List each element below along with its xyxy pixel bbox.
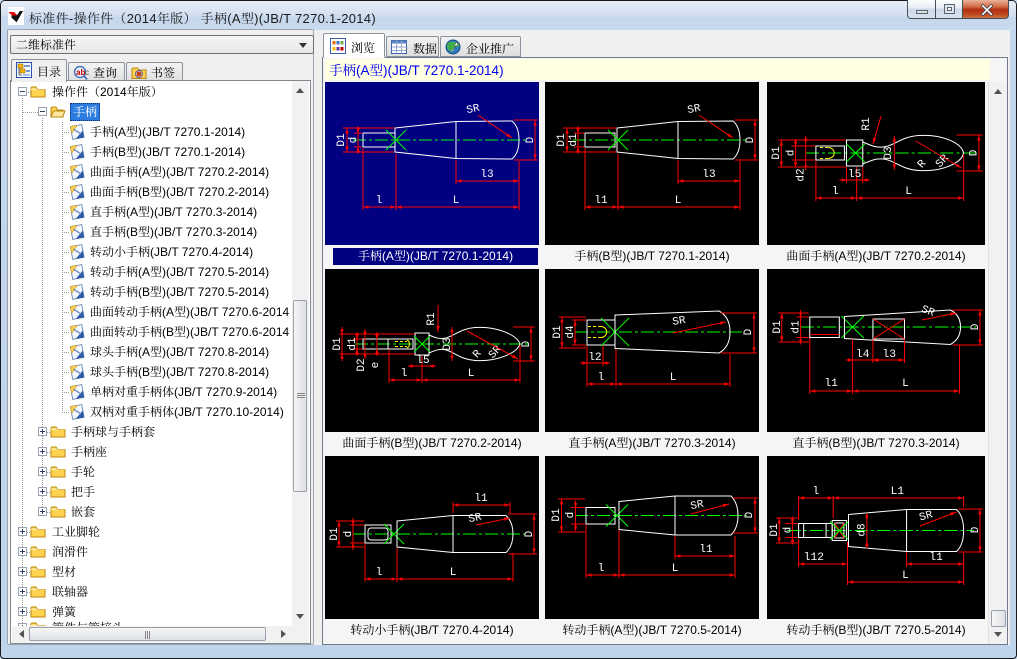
svg-text:D1: D1 (336, 133, 348, 147)
svg-text:SR: SR (465, 103, 481, 118)
svg-text:R: R (471, 348, 485, 361)
svg-text:D1: D1 (552, 325, 564, 339)
svg-text:l3: l3 (702, 169, 715, 181)
svg-text:c: c (85, 68, 89, 77)
svg-text:D1: D1 (556, 133, 568, 147)
svg-text:d2: d2 (796, 168, 808, 181)
svg-text:D: D (525, 136, 537, 143)
svg-text:l12: l12 (804, 552, 824, 564)
svg-text:l3: l3 (480, 169, 493, 181)
svg-text:l: l (401, 368, 408, 380)
svg-text:d: d (343, 531, 355, 538)
svg-text:l: l (813, 486, 820, 498)
svg-text:D1: D1 (329, 527, 341, 541)
svg-text:D: D (524, 530, 536, 537)
svg-text:D1: D1 (771, 146, 783, 160)
svg-text:D1: D1 (332, 337, 344, 351)
svg-text:SR: SR (686, 103, 702, 118)
svg-text:L: L (450, 567, 457, 579)
svg-text:SR: SR (918, 509, 935, 524)
svg-text:L: L (468, 368, 475, 380)
svg-text:D: D (743, 328, 755, 335)
svg-text:L1: L1 (891, 486, 905, 498)
svg-text:D: D (969, 149, 981, 156)
svg-text:l5: l5 (416, 355, 429, 367)
svg-text:D: D (970, 526, 982, 533)
svg-text:D3: D3 (883, 146, 895, 159)
svg-text:l2: l2 (588, 352, 601, 364)
svg-text:l: l (598, 372, 605, 384)
svg-text:R1: R1 (861, 117, 873, 131)
svg-text:SR: SR (487, 343, 505, 361)
svg-text:d: d (565, 512, 577, 519)
svg-text:R1: R1 (426, 312, 438, 326)
svg-text:l5: l5 (848, 169, 861, 181)
svg-text:D: D (745, 136, 757, 143)
svg-text:d4: d4 (565, 325, 577, 339)
svg-text:D1: D1 (769, 523, 781, 537)
svg-text:l1: l1 (824, 378, 838, 390)
svg-text:l: l (598, 563, 605, 575)
svg-text:L: L (902, 570, 909, 582)
svg-text:e: e (370, 362, 382, 369)
svg-text:R: R (916, 158, 930, 171)
svg-text:l: l (376, 195, 383, 207)
svg-text:l3: l3 (883, 349, 896, 361)
svg-text:d1: d1 (790, 320, 802, 334)
svg-text:L: L (670, 372, 677, 384)
svg-text:D: D (744, 511, 756, 518)
svg-text:l1: l1 (699, 544, 713, 556)
svg-text:l: l (832, 186, 839, 198)
svg-text:SR: SR (934, 152, 952, 170)
svg-text:l: l (376, 567, 383, 579)
svg-text:L: L (675, 195, 682, 207)
svg-text:D1: D1 (772, 320, 784, 334)
svg-text:d: d (348, 137, 360, 144)
svg-text:SR: SR (672, 315, 687, 329)
svg-text:L: L (905, 186, 912, 198)
svg-text:D: D (970, 323, 982, 330)
svg-text:l1: l1 (929, 552, 943, 564)
svg-text:D2: D2 (356, 358, 368, 371)
svg-text:l1: l1 (474, 493, 488, 505)
svg-text:L: L (902, 378, 909, 390)
svg-text:d: d (782, 527, 794, 534)
svg-text:d: d (785, 150, 797, 157)
svg-text:d1: d1 (568, 133, 580, 147)
svg-text:D1: D1 (551, 508, 563, 522)
svg-text:l4: l4 (856, 349, 870, 361)
svg-text:d1: d1 (347, 337, 359, 351)
svg-text:L: L (672, 563, 679, 575)
svg-text:D: D (521, 340, 533, 347)
svg-text:l1: l1 (594, 195, 608, 207)
svg-text:L: L (453, 195, 460, 207)
